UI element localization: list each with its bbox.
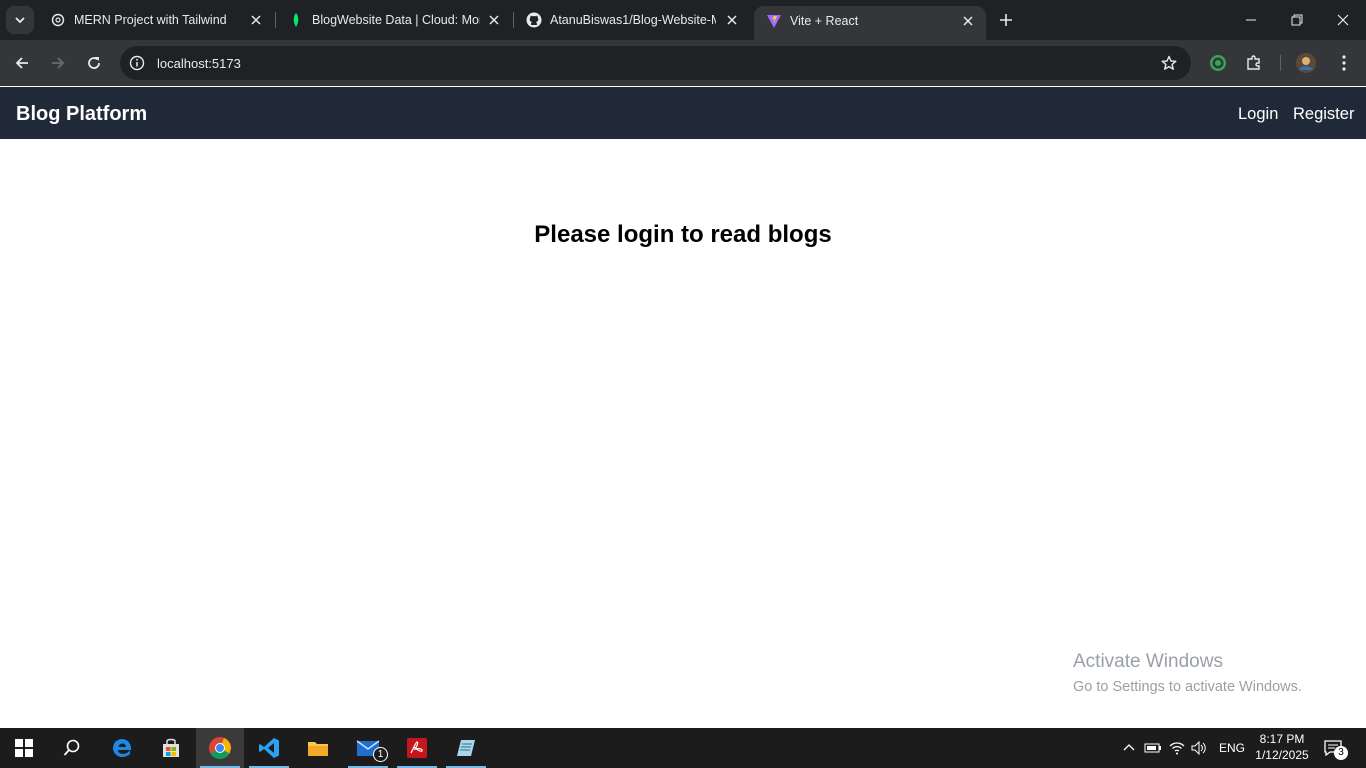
taskbar-edge[interactable]: [98, 728, 146, 768]
taskbar-store[interactable]: [147, 728, 195, 768]
tab-github-repo[interactable]: AtanuBiswas1/Blog-Website-M: [514, 0, 750, 40]
taskbar-search-button[interactable]: [48, 728, 96, 768]
arrow-left-icon: [15, 57, 28, 69]
github-icon: [526, 12, 542, 28]
reload-icon: [88, 57, 100, 69]
extensions-puzzle-icon[interactable]: [1244, 53, 1264, 73]
vite-icon: [766, 13, 782, 29]
tab-title: MERN Project with Tailwind: [74, 13, 227, 27]
store-icon: [163, 738, 179, 757]
wifi-icon[interactable]: [1168, 739, 1186, 757]
bookmark-star-icon[interactable]: [1161, 55, 1177, 71]
file-explorer-icon: [308, 742, 328, 756]
notepad-icon: [457, 740, 475, 756]
start-icon: [15, 739, 33, 757]
taskbar-vscode[interactable]: [245, 728, 293, 768]
close-icon: [1337, 14, 1349, 26]
mail-unread-badge: 1: [373, 747, 388, 762]
tab-title: AtanuBiswas1/Blog-Website-M: [550, 13, 716, 27]
tab-strip: MERN Project with Tailwind BlogWebsite D…: [0, 0, 1366, 40]
profile-avatar[interactable]: [1296, 53, 1316, 73]
acrobat-icon: [407, 738, 427, 758]
chrome-icon: [209, 737, 231, 759]
windows-taskbar: ENG 8:17 PM 1/12/2025: [0, 728, 1366, 768]
site-info-icon[interactable]: [129, 55, 145, 71]
browser-menu-icon[interactable]: [1334, 53, 1354, 73]
plus-icon: [1000, 14, 1012, 26]
taskbar-chrome[interactable]: [196, 728, 244, 768]
clock-date: 1/12/2025: [1255, 748, 1309, 762]
forward-button[interactable]: [44, 49, 72, 77]
language-indicator[interactable]: ENG: [1219, 741, 1245, 755]
edge-icon: [113, 739, 132, 757]
chevron-up-icon: [1123, 744, 1135, 751]
close-tab-icon[interactable]: [724, 12, 740, 28]
arrow-right-icon: [52, 57, 65, 69]
notification-count-badge: 3: [1334, 746, 1348, 760]
volume-icon[interactable]: [1190, 739, 1208, 757]
taskbar-file-explorer[interactable]: [294, 728, 342, 768]
browser-toolbar: localhost:5173: [0, 40, 1366, 86]
register-link[interactable]: Register: [1293, 105, 1354, 124]
tab-blogwebsite-data[interactable]: BlogWebsite Data | Cloud: Mon: [276, 0, 512, 40]
mongodb-leaf-icon: [288, 12, 304, 28]
tab-title: BlogWebsite Data | Cloud: Mon: [312, 13, 480, 27]
tab-vite-react[interactable]: Vite + React: [754, 6, 986, 40]
clock-time: 8:17 PM: [1259, 732, 1305, 746]
url-text[interactable]: localhost:5173: [157, 56, 241, 71]
taskbar-acrobat[interactable]: [393, 728, 441, 768]
battery-icon[interactable]: [1144, 739, 1162, 757]
close-window-button[interactable]: [1320, 0, 1366, 40]
app-navbar: Blog Platform Login Register: [0, 87, 1366, 139]
close-tab-icon[interactable]: [960, 13, 976, 29]
activate-windows-watermark: Activate Windows Go to Settings to activ…: [1073, 651, 1302, 695]
toolbar-divider: [1280, 55, 1281, 71]
tab-mern-project[interactable]: MERN Project with Tailwind: [38, 0, 274, 40]
tab-search-button[interactable]: [6, 6, 34, 34]
minimize-button[interactable]: [1228, 0, 1274, 40]
chevron-down-icon: [15, 17, 25, 24]
watermark-title: Activate Windows: [1073, 651, 1223, 672]
search-icon: [63, 739, 80, 756]
openai-icon: [50, 12, 66, 28]
back-button[interactable]: [8, 49, 36, 77]
close-tab-icon[interactable]: [248, 12, 264, 28]
login-required-message: Please login to read blogs: [534, 221, 832, 248]
minimize-icon: [1246, 19, 1256, 21]
reload-button[interactable]: [80, 49, 108, 77]
watermark-subtitle: Go to Settings to activate Windows.: [1073, 679, 1302, 695]
vscode-icon: [259, 738, 279, 758]
new-tab-button[interactable]: [996, 10, 1016, 30]
restore-button[interactable]: [1274, 0, 1320, 40]
extension-green-icon[interactable]: [1208, 53, 1228, 73]
tab-title: Vite + React: [790, 14, 859, 28]
start-button[interactable]: [0, 728, 48, 768]
login-link[interactable]: Login: [1238, 105, 1278, 124]
brand-logo-text[interactable]: Blog Platform: [16, 103, 147, 126]
show-hidden-icons-button[interactable]: [1120, 739, 1138, 757]
address-bar[interactable]: localhost:5173: [120, 46, 1191, 80]
close-tab-icon[interactable]: [486, 12, 502, 28]
system-clock[interactable]: 8:17 PM 1/12/2025: [1250, 731, 1314, 763]
page-viewport: Blog Platform Login Register Please logi…: [0, 86, 1366, 728]
taskbar-notepad[interactable]: [442, 728, 490, 768]
restore-icon: [1291, 14, 1303, 26]
